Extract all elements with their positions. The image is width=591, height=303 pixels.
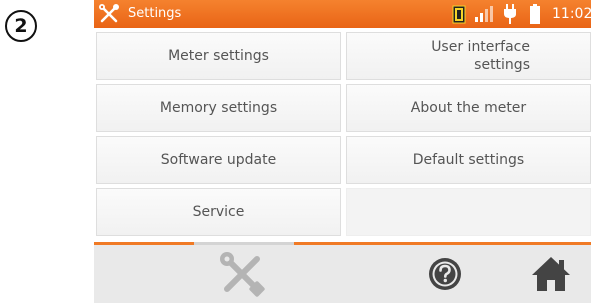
meter-screen: Settings 11:02 Meter settings User inter… [94,0,591,303]
software-update-label: Software update [160,152,277,168]
user-interface-settings-label: User interface settings [431,38,530,74]
home-button[interactable] [521,245,581,303]
signal-bars-icon [475,6,493,22]
settings-tools-button[interactable] [212,245,272,303]
title-bar: Settings 11:02 [94,0,591,28]
home-icon [532,257,570,291]
memory-settings-button[interactable]: Memory settings [96,84,341,132]
power-plug-icon [504,4,516,24]
user-interface-label-line2: settings [474,57,530,73]
default-settings-label: Default settings [412,152,525,168]
about-meter-button[interactable]: About the meter [346,84,591,132]
wrench-screwdriver-icon [99,4,119,23]
help-button[interactable] [420,245,470,303]
battery-icon [530,4,540,24]
step-number-badge: 2 [5,10,37,42]
screen-title: Settings [128,6,182,21]
meter-settings-label: Meter settings [168,48,269,64]
user-interface-settings-button[interactable]: User interface settings [346,32,591,80]
user-interface-label-line1: User interface [431,39,530,55]
empty-tile [346,188,591,236]
service-button[interactable]: Service [96,188,341,236]
clock: 11:02 [552,6,591,22]
battery-indicator-icon [452,5,466,24]
about-meter-label: About the meter [410,100,527,116]
meter-settings-button[interactable]: Meter settings [96,32,341,80]
software-update-button[interactable]: Software update [96,136,341,184]
service-label: Service [192,204,245,220]
default-settings-button[interactable]: Default settings [346,136,591,184]
settings-menu-grid: Meter settings User interface settings M… [96,32,591,240]
help-icon [429,258,461,290]
settings-tools-icon [220,252,265,297]
bottom-toolbar [94,245,591,303]
memory-settings-label: Memory settings [159,100,278,116]
